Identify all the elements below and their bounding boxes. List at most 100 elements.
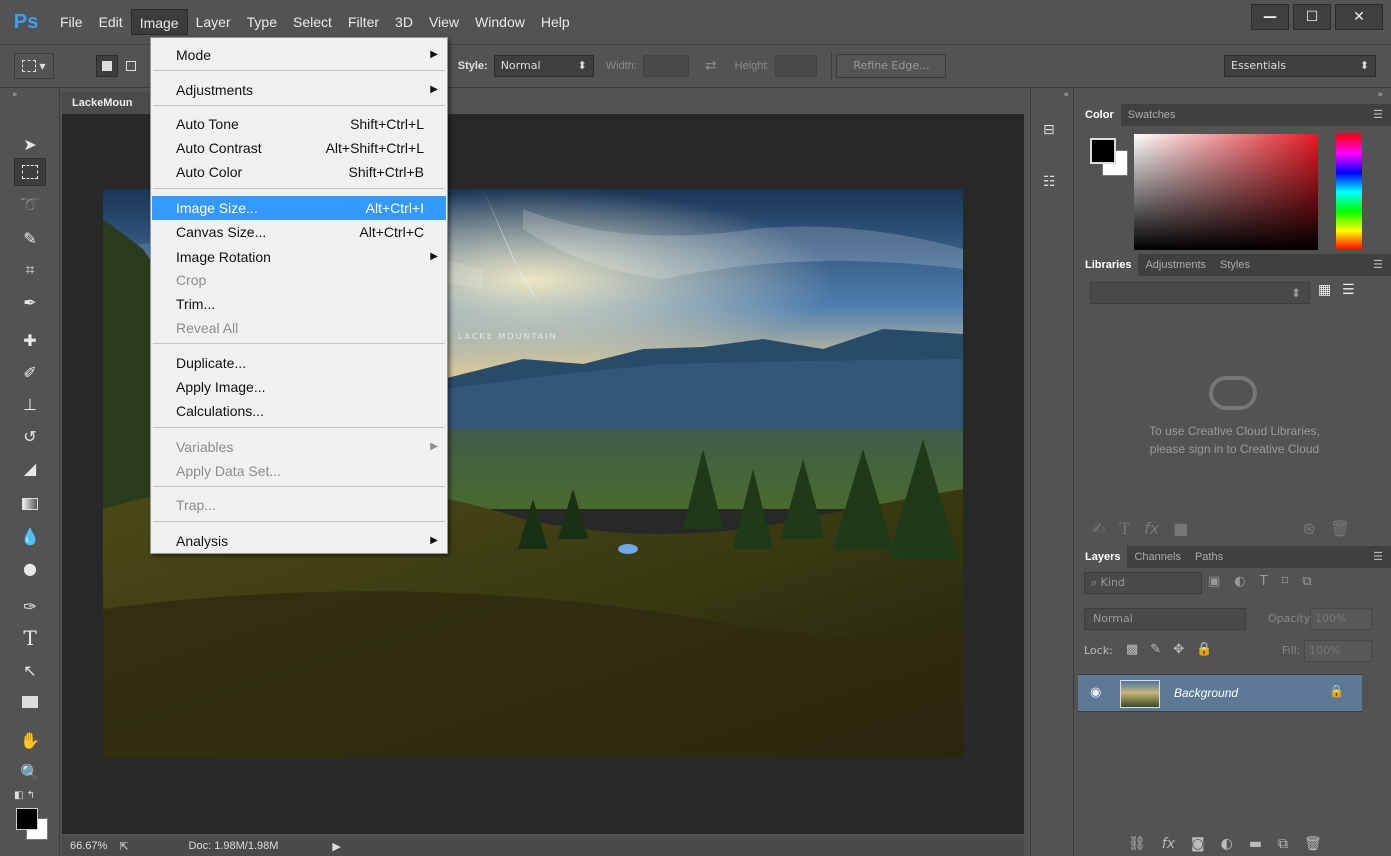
menu-item-auto-contrast[interactable]: Auto Contrast Alt+Shift+Ctrl+L <box>152 136 446 160</box>
adjustment-layer-icon[interactable]: ◐ <box>1221 836 1233 852</box>
pixel-filter-icon[interactable]: ▣ <box>1208 574 1220 589</box>
brush-icon[interactable]: ✍ <box>1092 519 1105 538</box>
menu-select[interactable]: Select <box>285 9 340 35</box>
layer-name[interactable]: Background <box>1174 686 1238 700</box>
lock-position-icon[interactable]: ✥ <box>1173 642 1184 657</box>
menu-item-calculations[interactable]: Calculations... <box>152 399 446 423</box>
brush-tool-icon[interactable]: ✐ <box>14 358 46 386</box>
layer-filter-select[interactable]: ⌕ Kind <box>1084 572 1202 594</box>
type-filter-icon[interactable]: T <box>1260 574 1268 589</box>
menu-image[interactable]: Image <box>130 9 188 35</box>
new-layer-icon[interactable]: ⧉ <box>1278 836 1288 852</box>
pen-tool-icon[interactable]: ✑ <box>14 592 46 620</box>
tab-channels[interactable]: Channels <box>1127 546 1187 568</box>
menu-item-duplicate[interactable]: Duplicate... <box>152 351 446 375</box>
panel-menu-icon[interactable]: ☰ <box>1373 104 1391 126</box>
menu-item-adjustments[interactable]: Adjustments ▶ <box>152 78 446 102</box>
menu-edit[interactable]: Edit <box>91 9 131 35</box>
workspace-select[interactable]: Essentials ⬍ <box>1224 55 1376 77</box>
path-selection-tool-icon[interactable]: ↖ <box>14 656 46 684</box>
foreground-color-swatch[interactable] <box>16 808 38 830</box>
blur-tool-icon[interactable]: 💧 <box>14 522 46 550</box>
panel-menu-icon[interactable]: ☰ <box>1373 546 1391 568</box>
fill-input[interactable]: 100% <box>1304 640 1372 662</box>
healing-brush-tool-icon[interactable]: ✚ <box>14 326 46 354</box>
smart-object-filter-icon[interactable]: ⧉ <box>1302 574 1311 589</box>
menu-3d[interactable]: 3D <box>387 9 421 35</box>
swap-icon[interactable]: ⇄ <box>705 58 717 74</box>
minimize-button[interactable]: — <box>1251 4 1289 30</box>
menu-item-analysis[interactable]: Analysis ▶ <box>152 529 446 553</box>
menu-layer[interactable]: Layer <box>188 9 239 35</box>
menu-view[interactable]: View <box>421 9 467 35</box>
menu-item-image-size[interactable]: Image Size... Alt+Ctrl+I <box>152 196 446 220</box>
library-select[interactable]: ⬍ <box>1090 282 1310 304</box>
layer-row[interactable]: ◉ Background 🔒 <box>1078 674 1362 712</box>
move-tool-icon[interactable]: ➤ <box>14 130 46 158</box>
menu-item-trim[interactable]: Trim... <box>152 292 446 316</box>
collapse-icon[interactable]: « <box>1063 90 1069 100</box>
zoom-level[interactable]: 66.67% <box>70 840 107 852</box>
color-swatch-icon[interactable]: ■ <box>1173 519 1188 538</box>
trash-icon[interactable]: 🗑 <box>1304 836 1322 852</box>
lock-paint-icon[interactable]: ✎ <box>1150 642 1161 657</box>
panel-menu-icon[interactable]: ☰ <box>1373 254 1391 276</box>
color-field[interactable] <box>1134 134 1318 250</box>
lock-all-icon[interactable]: 🔒 <box>1196 642 1212 657</box>
add-selection-button[interactable] <box>122 55 140 77</box>
export-icon[interactable]: ⇱ <box>119 840 128 853</box>
play-icon[interactable]: ▶ <box>332 840 340 853</box>
shape-filter-icon[interactable]: ⌑ <box>1282 574 1289 589</box>
eyedropper-tool-icon[interactable]: ✒ <box>14 288 46 316</box>
hand-tool-icon[interactable]: ✋ <box>14 726 46 754</box>
crop-tool-icon[interactable]: ⌗ <box>14 256 46 284</box>
menu-item-mode[interactable]: Mode ▶ <box>152 43 446 67</box>
rectangle-tool-icon[interactable] <box>14 688 46 716</box>
text-icon[interactable]: T <box>1119 519 1130 538</box>
menu-file[interactable]: File <box>52 9 91 35</box>
blend-mode-select[interactable]: Normal <box>1084 608 1246 630</box>
tab-swatches[interactable]: Swatches <box>1121 104 1183 126</box>
tool-preset-picker[interactable]: ▼ <box>14 53 54 79</box>
width-input[interactable] <box>642 55 689 77</box>
hue-slider[interactable] <box>1336 134 1362 250</box>
tab-adjustments[interactable]: Adjustments <box>1138 254 1213 276</box>
mask-icon[interactable]: ◙ <box>1191 836 1205 852</box>
document-tab[interactable]: LackeMoun <box>62 92 152 114</box>
properties-icon[interactable]: ☷ <box>1043 174 1056 190</box>
eraser-tool-icon[interactable]: ◢ <box>14 454 46 482</box>
new-selection-button[interactable] <box>96 55 118 77</box>
foreground-color-swatch[interactable] <box>1090 138 1116 164</box>
lock-transparent-icon[interactable]: ▩ <box>1126 642 1138 657</box>
expand-icon[interactable]: » <box>1377 90 1383 100</box>
refine-edge-button[interactable]: Refine Edge... <box>836 54 947 78</box>
folder-icon[interactable]: ▬ <box>1249 836 1262 852</box>
opacity-input[interactable]: 100% <box>1310 608 1372 630</box>
lasso-tool-icon[interactable]: ➰ <box>14 190 46 218</box>
tab-libraries[interactable]: Libraries <box>1078 254 1139 276</box>
dodge-tool-icon[interactable]: ● <box>14 554 46 582</box>
menu-window[interactable]: Window <box>467 9 533 35</box>
tab-paths[interactable]: Paths <box>1188 546 1230 568</box>
type-tool-icon[interactable]: T <box>14 624 46 652</box>
menu-filter[interactable]: Filter <box>340 9 387 35</box>
trash-icon[interactable]: 🗑 <box>1330 519 1350 538</box>
eye-icon[interactable]: ◉ <box>1090 685 1101 700</box>
menu-type[interactable]: Type <box>239 9 285 35</box>
zoom-tool-icon[interactable]: 🔍 <box>14 758 46 786</box>
maximize-button[interactable]: ☐ <box>1293 4 1331 30</box>
menu-item-image-rotation[interactable]: Image Rotation ▶ <box>152 245 446 269</box>
menu-item-apply-image[interactable]: Apply Image... <box>152 375 446 399</box>
height-input[interactable] <box>775 55 818 77</box>
history-brush-tool-icon[interactable]: ↺ <box>14 422 46 450</box>
fx-icon[interactable]: fx <box>1144 519 1159 538</box>
link-icon[interactable]: ⛓ <box>1128 836 1146 852</box>
creative-cloud-icon[interactable]: ⊛ <box>1302 519 1315 538</box>
adjustment-filter-icon[interactable]: ◐ <box>1234 574 1245 589</box>
history-icon[interactable]: ⊟ <box>1043 122 1055 138</box>
quick-selection-tool-icon[interactable]: ✎ <box>14 224 46 252</box>
menu-item-canvas-size[interactable]: Canvas Size... Alt+Ctrl+C <box>152 220 446 244</box>
tab-layers[interactable]: Layers <box>1078 546 1128 568</box>
swap-colors-icon[interactable]: ◧ ↰ <box>14 790 35 801</box>
marquee-tool-icon[interactable] <box>14 158 46 186</box>
